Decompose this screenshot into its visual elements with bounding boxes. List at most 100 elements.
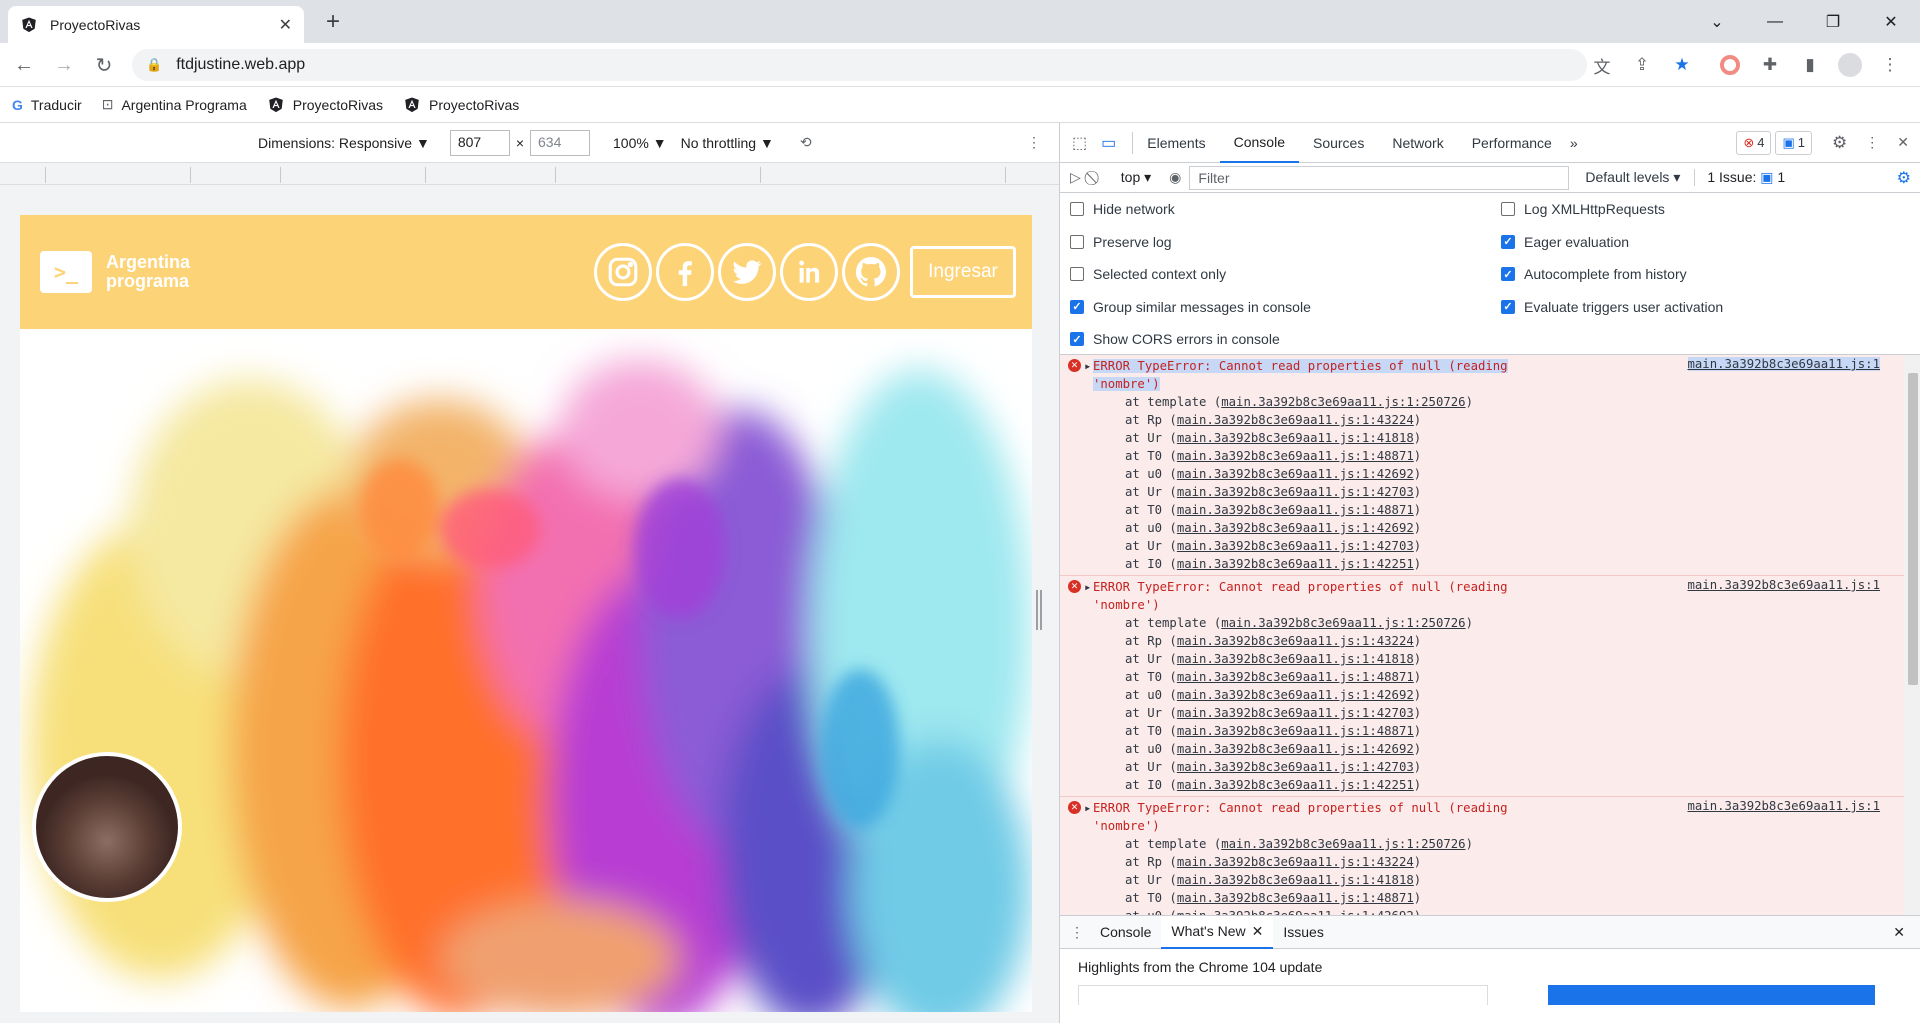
tab-console[interactable]: Console	[1219, 123, 1299, 163]
error-source-link[interactable]: main.3a392b8c3e69aa11.js:1	[1687, 357, 1880, 371]
expand-triangle-icon[interactable]: ▸	[1084, 799, 1091, 817]
dimensions-dropdown[interactable]: Dimensions: Responsive ▼	[258, 135, 430, 151]
bookmark-proyectorivas-2[interactable]: ProyectoRivas	[403, 96, 519, 114]
checkbox[interactable]	[1501, 202, 1515, 216]
more-tabs-icon[interactable]: »	[1570, 135, 1578, 151]
log-levels-dropdown[interactable]: Default levels ▾	[1585, 169, 1680, 186]
stack-location-link[interactable]: main.3a392b8c3e69aa11.js:1:48871	[1177, 670, 1414, 684]
address-bar[interactable]: 🔒 ftdjustine.web.app	[132, 49, 1587, 81]
bookmark-proyectorivas-1[interactable]: ProyectoRivas	[267, 96, 383, 114]
close-tab-icon[interactable]: ✕	[1252, 923, 1264, 940]
tab-search-icon[interactable]: ⌄	[1688, 0, 1746, 43]
stack-location-link[interactable]: main.3a392b8c3e69aa11.js:1:43224	[1177, 413, 1414, 427]
rotate-icon[interactable]: ⟲	[800, 134, 812, 151]
bookmark-argentina-programa[interactable]: ⊡ Argentina Programa	[102, 96, 247, 113]
drawer-tab-issues[interactable]: Issues	[1273, 916, 1333, 949]
device-toolbar-icon[interactable]: ▭	[1101, 133, 1116, 153]
console-settings-icon[interactable]: ⚙	[1897, 168, 1911, 188]
whats-new-video-thumbnail[interactable]	[1548, 985, 1875, 1005]
close-tab-icon[interactable]: ✕	[279, 15, 292, 35]
devtools-more-icon[interactable]: ⋮	[1865, 134, 1879, 151]
stack-location-link[interactable]: main.3a392b8c3e69aa11.js:1:42251	[1177, 778, 1414, 792]
drawer-menu-icon[interactable]: ⋮	[1070, 924, 1084, 941]
width-input[interactable]: 807	[449, 129, 510, 156]
console-scrollbar-thumb[interactable]	[1908, 373, 1918, 685]
side-panel-icon[interactable]: ▮	[1794, 49, 1826, 81]
tab-elements[interactable]: Elements	[1133, 123, 1219, 163]
setting-show-cors-errors-in-console[interactable]: ✓ Show CORS errors in console	[1070, 323, 1280, 355]
message-count-badge[interactable]: ▣ 1	[1775, 130, 1813, 155]
console-error-message[interactable]: ✕ ▸ ERROR TypeError: Cannot read propertie…	[1060, 355, 1904, 576]
restore-button[interactable]: ❐	[1804, 0, 1862, 43]
context-dropdown[interactable]: top ▾	[1121, 169, 1151, 186]
facebook-icon[interactable]	[656, 243, 714, 301]
console-error-message[interactable]: ✕ ▸ ERROR TypeError: Cannot read propertie…	[1060, 576, 1904, 797]
bookmark-traducir[interactable]: G Traducir	[12, 97, 82, 113]
share-icon[interactable]: ⇪	[1626, 49, 1658, 81]
setting-group-similar-messages-in-console[interactable]: ✓ Group similar messages in console	[1070, 291, 1311, 323]
live-expression-eye-icon[interactable]: ◉	[1169, 169, 1181, 186]
error-count-badge[interactable]: ⊗ 4	[1736, 130, 1772, 155]
stack-location-link[interactable]: main.3a392b8c3e69aa11.js:1:48871	[1177, 449, 1414, 463]
chrome-menu-icon[interactable]: ⋮	[1874, 49, 1906, 81]
stack-location-link[interactable]: main.3a392b8c3e69aa11.js:1:250726	[1221, 616, 1465, 630]
bookmark-star-icon[interactable]: ★	[1666, 49, 1698, 81]
expand-triangle-icon[interactable]: ▸	[1084, 357, 1091, 375]
setting-evaluate-triggers-user-activation[interactable]: ✓ Evaluate triggers user activation	[1501, 291, 1723, 323]
setting-eager-evaluation[interactable]: ✓ Eager evaluation	[1501, 226, 1629, 258]
github-icon[interactable]	[842, 243, 900, 301]
checkbox[interactable]: ✓	[1070, 332, 1084, 346]
profile-avatar[interactable]	[1834, 49, 1866, 81]
ingresar-button[interactable]: Ingresar	[910, 246, 1016, 298]
checkbox[interactable]	[1070, 202, 1084, 216]
stack-location-link[interactable]: main.3a392b8c3e69aa11.js:1:48871	[1177, 503, 1414, 517]
stack-location-link[interactable]: main.3a392b8c3e69aa11.js:1:42703	[1177, 760, 1414, 774]
zoom-dropdown[interactable]: 100% ▼	[613, 135, 667, 151]
height-input[interactable]: 634	[530, 129, 591, 156]
throttling-dropdown[interactable]: No throttling ▼	[681, 135, 774, 151]
close-devtools-icon[interactable]: ✕	[1897, 134, 1909, 151]
browser-tab[interactable]: ProyectoRivas ✕	[8, 6, 304, 43]
back-button[interactable]: ←	[6, 43, 42, 87]
filter-input[interactable]: Filter	[1189, 165, 1570, 190]
stack-location-link[interactable]: main.3a392b8c3e69aa11.js:1:250726	[1221, 395, 1465, 409]
minimize-button[interactable]: —	[1746, 0, 1804, 43]
close-drawer-icon[interactable]: ✕	[1893, 924, 1905, 941]
settings-gear-icon[interactable]: ⚙	[1832, 133, 1847, 153]
stack-location-link[interactable]: main.3a392b8c3e69aa11.js:1:42692	[1177, 688, 1414, 702]
linkedin-icon[interactable]	[780, 243, 838, 301]
twitter-icon[interactable]	[718, 243, 776, 301]
stack-location-link[interactable]: main.3a392b8c3e69aa11.js:1:250726	[1221, 837, 1465, 851]
checkbox[interactable]: ✓	[1070, 299, 1084, 314]
extension-opera-icon[interactable]	[1714, 49, 1746, 81]
setting-hide-network[interactable]: Hide network	[1070, 193, 1175, 225]
resize-handle[interactable]	[1036, 590, 1042, 630]
setting-selected-context-only[interactable]: Selected context only	[1070, 258, 1226, 290]
stack-location-link[interactable]: main.3a392b8c3e69aa11.js:1:41818	[1177, 431, 1414, 445]
stack-location-link[interactable]: main.3a392b8c3e69aa11.js:1:43224	[1177, 634, 1414, 648]
reload-button[interactable]: ↻	[86, 43, 122, 87]
checkbox[interactable]: ✓	[1501, 299, 1515, 314]
forward-button[interactable]: →	[46, 43, 82, 87]
site-logo-icon[interactable]: >_	[40, 251, 92, 293]
stack-location-link[interactable]: main.3a392b8c3e69aa11.js:1:42703	[1177, 485, 1414, 499]
stack-location-link[interactable]: main.3a392b8c3e69aa11.js:1:42703	[1177, 539, 1414, 553]
close-window-button[interactable]: ✕	[1862, 0, 1920, 43]
drawer-tab-console[interactable]: Console	[1090, 916, 1161, 949]
expand-triangle-icon[interactable]: ▸	[1084, 578, 1091, 596]
stack-location-link[interactable]: main.3a392b8c3e69aa11.js:1:48871	[1177, 891, 1414, 905]
stack-location-link[interactable]: main.3a392b8c3e69aa11.js:1:42692	[1177, 521, 1414, 535]
drawer-tab-whats-new[interactable]: What's New ✕	[1161, 915, 1274, 949]
inspect-element-icon[interactable]: ⬚	[1072, 133, 1087, 153]
device-more-icon[interactable]: ⋮	[1027, 134, 1041, 151]
lock-icon[interactable]: 🔒	[146, 57, 162, 73]
checkbox[interactable]	[1070, 267, 1084, 281]
setting-log-xmlhttprequests[interactable]: Log XMLHttpRequests	[1501, 193, 1665, 225]
new-tab-button[interactable]: +	[318, 8, 348, 36]
stack-location-link[interactable]: main.3a392b8c3e69aa11.js:1:41818	[1177, 652, 1414, 666]
stack-location-link[interactable]: main.3a392b8c3e69aa11.js:1:42692	[1177, 742, 1414, 756]
whats-new-card[interactable]	[1078, 985, 1488, 1005]
stack-location-link[interactable]: main.3a392b8c3e69aa11.js:1:43224	[1177, 855, 1414, 869]
extensions-puzzle-icon[interactable]: ✚	[1754, 49, 1786, 81]
checkbox[interactable]: ✓	[1501, 267, 1515, 281]
